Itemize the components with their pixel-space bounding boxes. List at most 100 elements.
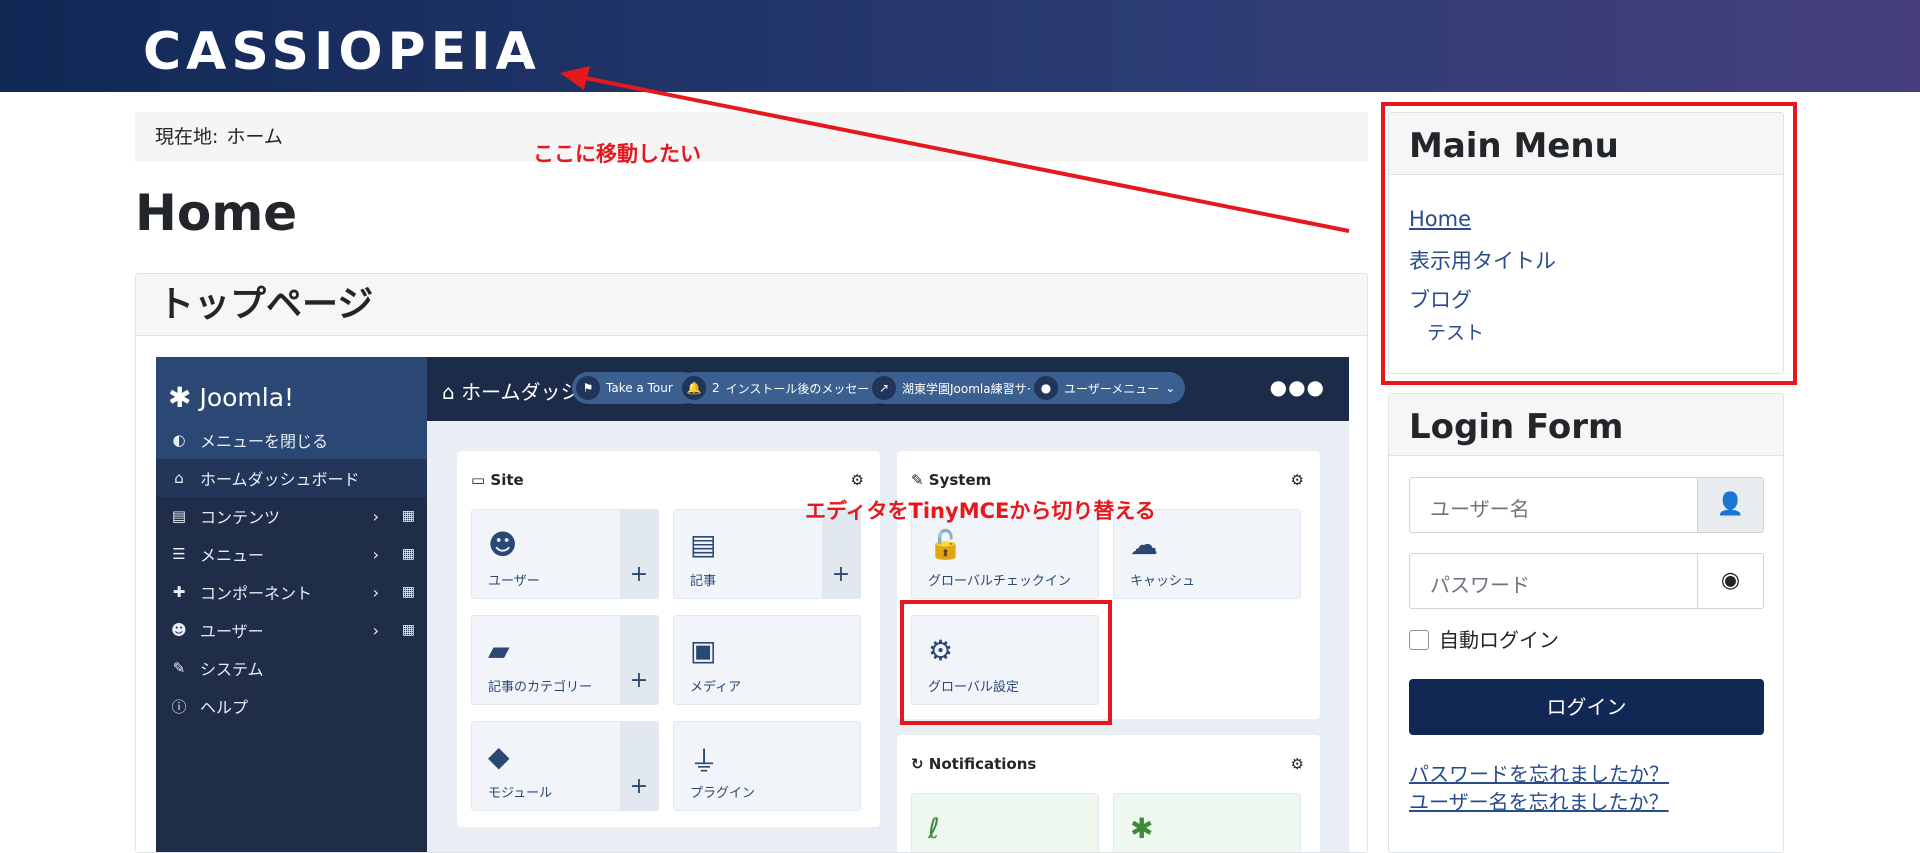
site-brand[interactable]: CASSIOPEIA [143,22,541,82]
joomla-menu-label: メニュー [200,546,265,565]
home-icon: ⌂ [174,469,184,487]
unlock-icon: 🔓 [928,528,963,561]
toggle-icon: ◐ [172,431,186,449]
joomla-menu-label: ユーザー [200,622,264,641]
php-icon: ℓ [928,812,940,845]
joomla-tile-users: ☻ ユーザー + [471,509,659,599]
gears-icon: ⚙ [1290,471,1304,489]
user-icon: 👤 [1697,478,1763,532]
joomla-menu-home: ⌂ ホームダッシュボード [156,459,427,497]
joomla-notifications-panel-title: ↻ Notifications [911,755,1036,773]
joomla-messages-count: 2 [712,381,720,395]
file-icon: ▤ [171,507,187,525]
gears-icon: ⚙ [1290,755,1304,773]
eye-icon[interactable]: ◉ [1697,554,1763,608]
tile-label: ユーザー [488,574,540,589]
joomla-icon: ✱ [1130,812,1154,845]
password-placeholder: パスワード [1430,573,1530,597]
chevron-right-icon: › [372,620,379,640]
chevron-right-icon: › [372,506,379,526]
joomla-logo-icon: ✱ [168,380,192,414]
annotation-move-here: ここに移動したい [533,142,701,166]
highlight-main-menu [1381,102,1797,385]
joomla-menu-label: ホームダッシュボード [200,470,360,489]
remember-checkbox[interactable] [1409,630,1429,650]
password-field[interactable]: パスワード ◉ [1409,553,1764,609]
joomla-user-pill: ● ユーザーメニュー ⌄ [1030,372,1186,404]
tile-label: メディア [690,680,742,695]
joomla-menu-components: ✚ コンポーネント › ▦ [156,573,427,611]
refresh-icon: ↻ [911,755,929,773]
tile-label: モジュール [488,786,553,801]
joomla-menu-label: コンポーネント [200,584,313,603]
joomla-topbar-title-text: ホームダッシ [461,380,581,404]
user-icon: ● [1034,376,1058,400]
joomla-menu-system: ✎ システム [156,649,427,687]
grid-icon: ▦ [401,584,415,600]
article-title: トップページ [136,274,1367,336]
external-link-icon: ↗ [872,376,896,400]
joomla-system-panel-title-text: System [928,471,992,489]
page-title: Home [135,184,298,242]
folder-icon: ▰ [488,634,510,667]
joomla-logo: ✱ Joomla! [156,357,427,421]
joomla-site-label: 湖東学園Joomla練習サイト [902,381,1051,396]
joomla-menu-label: ヘルプ [200,698,249,717]
signpost-icon: ⚑ [576,376,600,400]
wrench-icon: ✎ [911,471,929,489]
joomla-menu-toggle: ◐ メニューを閉じる [156,421,427,459]
login-form-module: Login Form ユーザー名 👤 パスワード ◉ 自動ログイン ログイン パ… [1388,393,1784,853]
joomla-notification-tile: ℓ [911,793,1099,852]
tile-label: プラグイン [690,786,756,801]
info-icon: ⓘ [171,697,187,716]
article-card: トップページ ✱ Joomla! ◐ メニューを閉じる ⌂ ホームダッシュボード… [135,273,1368,853]
joomla-tile-plugins: ⏚ プラグイン [673,721,861,811]
joomla-logo-text: Joomla! [199,382,295,412]
breadcrumb-item-home: ホーム [226,126,283,148]
image-icon: ▣ [690,634,717,667]
joomla-topbar-title: ⌂ ホームダッシ [442,376,580,405]
joomla-menu-label: メニューを閉じる [200,432,329,451]
joomla-site-panel-title: ▭ Site [471,471,524,489]
joomla-notifications-panel: ↻ Notifications ⚙ ℓ ✱ [897,735,1320,852]
joomla-tile-media: ▣ メディア [673,615,861,705]
joomla-notification-tile: ✱ [1113,793,1301,852]
joomla-sidebar: ✱ Joomla! ◐ メニューを閉じる ⌂ ホームダッシュボード ▤ コンテン… [156,357,427,852]
grid-icon: ▦ [401,508,415,524]
chevron-right-icon: › [372,544,379,564]
puzzle-icon: ✚ [172,583,186,601]
joomla-notifications-panel-title-text: Notifications [928,755,1037,773]
gears-icon: ⚙ [850,471,864,489]
cube-icon: ◆ [488,740,510,773]
plug-icon: ⏚ [690,745,719,778]
login-form-title: Login Form [1389,394,1783,456]
joomla-tour-label: Take a Tour [606,381,673,395]
joomla-menu-menus: ☰ メニュー › ▦ [156,535,427,573]
monitor-icon: ▭ [471,471,491,489]
joomla-tile-categories: ▰ 記事のカテゴリー + [471,615,659,705]
joomla-menu-label: システム [200,660,264,679]
plus-icon: + [620,616,658,704]
more-dots-icon: ●●● [1269,375,1325,399]
joomla-messages-label: インストール後のメッセージ [725,381,882,396]
joomla-system-panel-title: ✎ System [911,471,991,489]
file-icon: ▤ [690,528,717,561]
chevron-right-icon: › [372,582,379,602]
cloud-icon: ☁ [1130,528,1158,561]
login-button[interactable]: ログイン [1409,679,1764,735]
username-field[interactable]: ユーザー名 👤 [1409,477,1764,533]
forgot-password-link[interactable]: パスワードを忘れましたか？ [1409,758,1669,787]
tile-label: 記事のカテゴリー [488,680,593,695]
chevron-down-icon: ⌄ [1165,381,1176,395]
site-header: CASSIOPEIA [0,0,1920,92]
plus-icon: + [620,722,658,810]
joomla-messages-pill: 🔔 2 インストール後のメッセージ [678,372,892,404]
annotation-editor-switch: エディタをTinyMCEから切り替える [805,499,1156,523]
joomla-user-label: ユーザーメニュー [1064,381,1160,396]
users-icon: ☻ [171,621,187,639]
forgot-username-link[interactable]: ユーザー名を忘れましたか？ [1409,786,1669,815]
wrench-icon: ✎ [172,659,186,677]
joomla-site-panel-title-text: Site [490,471,524,489]
joomla-tile-modules: ◆ モジュール + [471,721,659,811]
home-icon: ⌂ [442,380,462,404]
